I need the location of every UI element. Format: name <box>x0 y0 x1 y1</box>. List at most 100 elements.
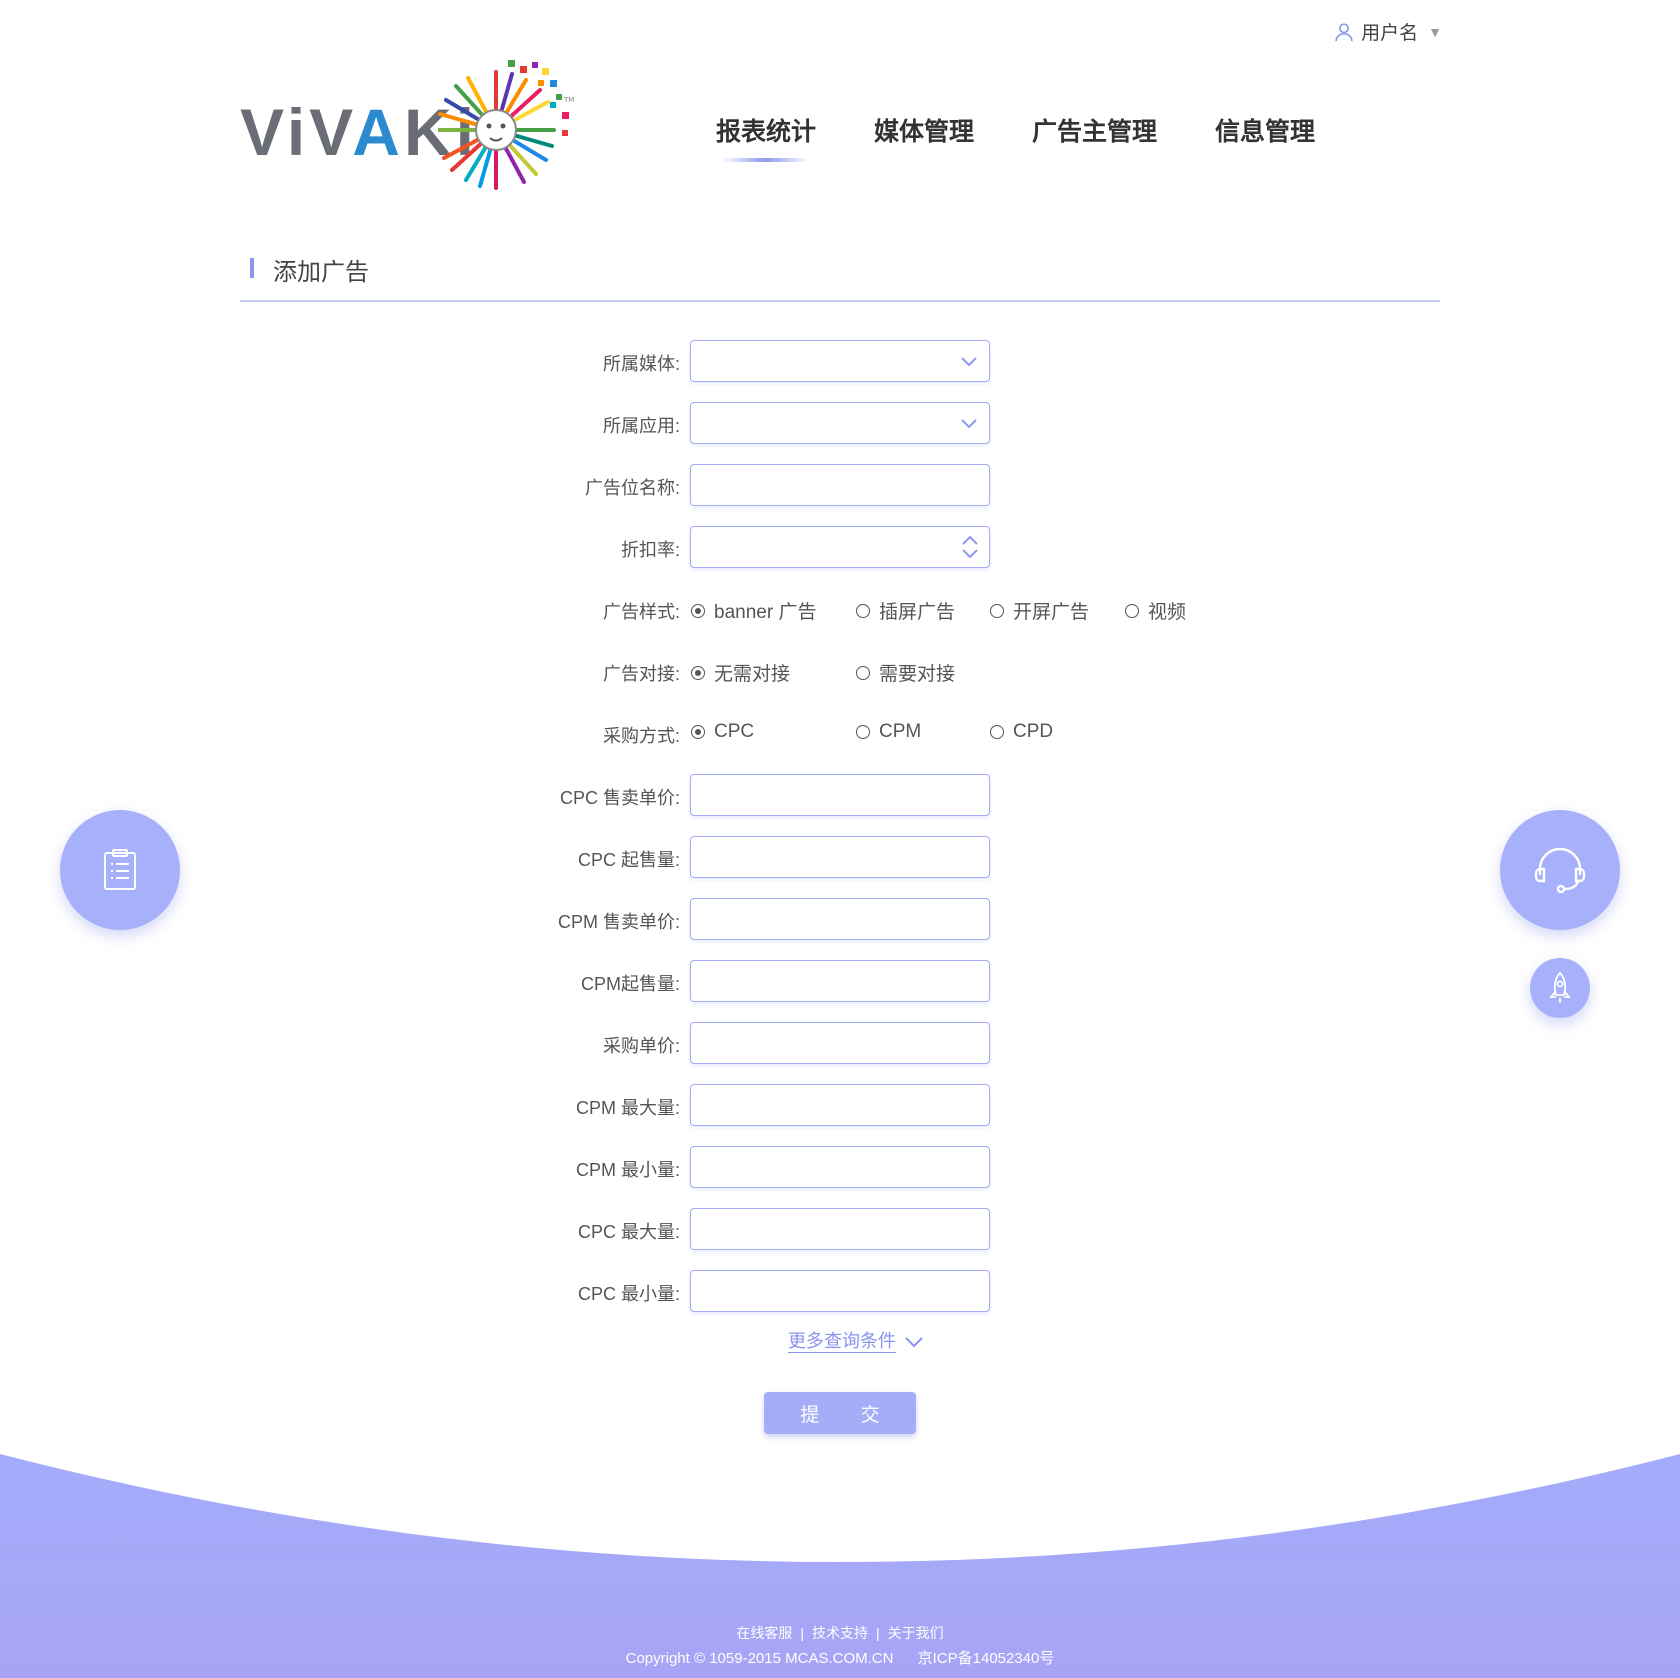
more-conditions-link[interactable]: 更多查询条件 <box>788 1330 924 1353</box>
ad-docking-radio-required[interactable]: 需要对接 <box>856 659 955 686</box>
cpm-max-input[interactable] <box>690 1084 990 1126</box>
field-label: CPM起售量: <box>581 974 680 994</box>
footer-link-online-service[interactable]: 在线客服 <box>736 1625 792 1641</box>
purchase-radio-cpc[interactable]: CPC <box>691 721 754 743</box>
svg-text:TM: TM <box>563 96 574 104</box>
user-icon <box>1335 22 1353 41</box>
form-row-purchase-method: 采购方式: CPC CPM CPD <box>0 712 1680 754</box>
radio-icon <box>990 725 1004 739</box>
media-select[interactable] <box>690 340 990 382</box>
form-row-discount: 折扣率: <box>0 526 1680 568</box>
ad-slot-name-label: 广告位名称: <box>584 478 680 498</box>
cpc-max-input[interactable] <box>690 1208 990 1250</box>
radio-icon <box>856 603 870 618</box>
field-label: CPC 最小量: <box>577 1284 680 1304</box>
discount-label: 折扣率: <box>620 540 680 560</box>
footer-separator: | <box>800 1625 804 1641</box>
cpm-min-input[interactable] <box>690 1146 990 1188</box>
radio-selected-icon <box>691 665 705 680</box>
ad-docking-label: 广告对接: <box>602 664 680 684</box>
footer-links: 在线客服 | 技术支持 | 关于我们 <box>0 1623 1680 1643</box>
radio-icon <box>856 725 870 739</box>
purchase-radio-cpm[interactable]: CPM <box>856 721 921 743</box>
form-row-cpc-min: CPC 最小量: <box>0 1270 1680 1312</box>
chevron-down-icon <box>905 1336 923 1347</box>
main-nav: 报表统计 媒体管理 广告主管理 信息管理 <box>716 112 1315 162</box>
nav-item-media[interactable]: 媒体管理 <box>874 112 974 162</box>
clipboard-float-button[interactable] <box>60 810 180 930</box>
ad-slot-name-input[interactable] <box>690 464 990 506</box>
app-label: 所属应用: <box>602 416 680 436</box>
form-row-media: 所属媒体: <box>0 340 1680 382</box>
form-row-cpm-unit-price: CPM 售卖单价: <box>0 898 1680 940</box>
ad-style-radio-video[interactable]: 视频 <box>1125 597 1186 624</box>
form-row-cpc-unit-price: CPC 售卖单价: <box>0 774 1680 816</box>
section-header: 添加广告 <box>240 250 1440 302</box>
radio-selected-icon <box>691 725 705 739</box>
form-row-cpc-min-sale: CPC 起售量: <box>0 836 1680 878</box>
page-title: 添加广告 <box>273 259 369 286</box>
field-label: CPC 起售量: <box>577 850 680 870</box>
ad-docking-radio-none[interactable]: 无需对接 <box>691 659 790 686</box>
radio-icon <box>990 603 1004 618</box>
field-label: 采购单价: <box>602 1036 680 1056</box>
ad-style-radio-interstitial[interactable]: 插屏广告 <box>856 597 955 624</box>
field-label: CPM 最小量: <box>575 1160 680 1180</box>
footer-link-tech-support[interactable]: 技术支持 <box>812 1625 868 1641</box>
form-row-ad-docking: 广告对接: 无需对接 需要对接 <box>0 650 1680 692</box>
cpm-min-sale-input[interactable] <box>690 960 990 1002</box>
footer-link-about-us[interactable]: 关于我们 <box>888 1625 944 1641</box>
ad-style-radio-banner[interactable]: banner 广告 <box>691 597 816 624</box>
section-accent-bar <box>250 258 254 278</box>
form-row-cpm-min: CPM 最小量: <box>0 1146 1680 1188</box>
media-label: 所属媒体: <box>602 354 680 374</box>
icp-text: 京ICP备14052340号 <box>917 1650 1055 1667</box>
footer-separator: | <box>876 1625 880 1641</box>
cpc-min-sale-input[interactable] <box>690 836 990 878</box>
discount-stepper[interactable] <box>690 526 990 568</box>
ad-style-radio-splash[interactable]: 开屏广告 <box>990 597 1089 624</box>
chevron-down-icon <box>961 357 977 367</box>
form-row-ad-style: 广告样式: banner 广告 插屏广告 开屏广告 视频 <box>0 588 1680 630</box>
nav-item-info[interactable]: 信息管理 <box>1215 112 1315 162</box>
form-row-purchase-price: 采购单价: <box>0 1022 1680 1064</box>
form-row-cpm-max: CPM 最大量: <box>0 1084 1680 1126</box>
nav-item-reports[interactable]: 报表统计 <box>716 112 816 162</box>
submit-button[interactable]: 提 交 <box>764 1392 916 1434</box>
user-menu[interactable]: 用户名 ▼ <box>1333 18 1442 45</box>
cpc-unit-price-input[interactable] <box>690 774 990 816</box>
form-row-cpm-min-sale: CPM起售量: <box>0 960 1680 1002</box>
form-row-cpc-max: CPC 最大量: <box>0 1208 1680 1250</box>
form-row-app: 所属应用: <box>0 402 1680 444</box>
field-label: CPC 最大量: <box>577 1222 680 1242</box>
ad-style-label: 广告样式: <box>602 602 680 622</box>
field-label: CPM 最大量: <box>575 1098 680 1118</box>
footer-wave-background <box>0 1454 1680 1678</box>
username: 用户名 <box>1361 23 1419 44</box>
cpc-min-input[interactable] <box>690 1270 990 1312</box>
radio-selected-icon <box>691 603 705 618</box>
purchase-method-label: 采购方式: <box>602 726 680 746</box>
caret-down-icon: ▼ <box>1428 23 1442 40</box>
app-select[interactable] <box>690 402 990 444</box>
footer-copyright: Copyright © 1059-2015 MCAS.COM.CN 京ICP备1… <box>0 1647 1680 1668</box>
spinner-arrows-icon[interactable] <box>960 533 980 561</box>
headset-icon <box>1534 847 1586 894</box>
radio-icon <box>856 665 870 680</box>
customer-service-float-button[interactable] <box>1500 810 1620 930</box>
purchase-radio-cpd[interactable]: CPD <box>990 721 1053 743</box>
form-row-ad-slot-name: 广告位名称: <box>0 464 1680 506</box>
nav-item-advertisers[interactable]: 广告主管理 <box>1032 112 1157 162</box>
copyright-text: Copyright © 1059-2015 MCAS.COM.CN <box>625 1650 894 1667</box>
chevron-down-icon <box>961 419 977 429</box>
rocket-icon <box>1549 971 1571 1003</box>
vivaki-logo: ViVAKi TM <box>240 58 580 198</box>
field-label: CPC 售卖单价: <box>559 788 680 808</box>
radio-icon <box>1125 603 1139 618</box>
purchase-price-input[interactable] <box>690 1022 990 1064</box>
clipboard-list-icon <box>104 849 136 890</box>
cpm-unit-price-input[interactable] <box>690 898 990 940</box>
back-to-top-button[interactable] <box>1530 958 1590 1018</box>
field-label: CPM 售卖单价: <box>557 912 680 932</box>
more-conditions-label: 更多查询条件 <box>788 1331 896 1353</box>
